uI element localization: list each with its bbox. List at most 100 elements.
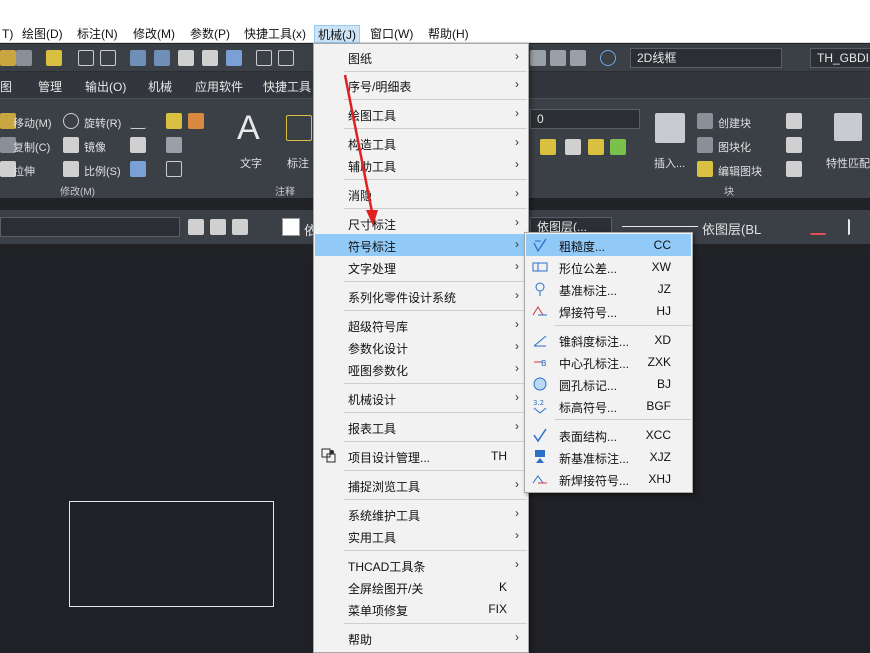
menu-item[interactable]: 绘图工具 ›	[315, 103, 527, 125]
menu-item[interactable]: 参数化设计 ›	[315, 336, 527, 358]
mirror-button[interactable]: 镜像	[84, 139, 106, 155]
menu-item[interactable]: 报表工具 ›	[315, 416, 527, 438]
tab-output[interactable]: 输出(O)	[85, 78, 126, 95]
copy-button[interactable]: 复制(C)	[13, 139, 50, 155]
attdef-icon[interactable]	[786, 137, 802, 153]
submenu-item[interactable]: 基准标注... JZ	[526, 278, 691, 300]
explode-icon[interactable]	[130, 161, 146, 177]
menu-item[interactable]: 项目设计管理... TH	[315, 445, 527, 467]
match-props-button[interactable]: 特性匹配	[826, 155, 870, 171]
menu-item[interactable]: 图纸 ›	[315, 46, 527, 68]
layer-lock-icon[interactable]	[565, 139, 581, 155]
lineweight-dropdown[interactable]: 依图层(BL	[702, 219, 761, 238]
dimension-button[interactable]: 标注	[287, 155, 309, 171]
menu-item[interactable]: 消隐 ›	[315, 183, 527, 205]
select-icon[interactable]	[154, 50, 170, 66]
menu-item[interactable]: 全屏绘图开/关 K	[315, 576, 527, 598]
menu-item[interactable]: 菜单项修复 FIX	[315, 598, 527, 620]
attribute-icon[interactable]	[786, 113, 802, 129]
menu-item-tools[interactable]: T)	[0, 25, 16, 43]
layer-match-icon[interactable]	[610, 139, 626, 155]
brush-icon[interactable]	[0, 50, 16, 66]
menu-item[interactable]: 构造工具 ›	[315, 132, 527, 154]
menu-item[interactable]: 实用工具 ›	[315, 525, 527, 547]
menu-item-params[interactable]: 参数(P)	[187, 25, 233, 43]
menu-item-quicktools[interactable]: 快捷工具(x)	[241, 25, 309, 43]
move-button[interactable]: 移动(M)	[13, 115, 52, 131]
edit-block-button[interactable]: 编辑图块	[718, 163, 762, 179]
undo-icon[interactable]	[78, 50, 94, 66]
pen-icon[interactable]	[16, 50, 32, 66]
tab-view[interactable]: 图	[0, 78, 12, 95]
scale-button[interactable]: 比例(S)	[84, 163, 121, 179]
array-icon[interactable]	[166, 137, 182, 153]
cube-icon[interactable]	[256, 50, 272, 66]
measure-icon[interactable]	[530, 50, 546, 66]
calculator-icon[interactable]	[570, 50, 586, 66]
submenu-item[interactable]: 圆孔标记... BJ	[526, 373, 691, 395]
redo-icon[interactable]	[100, 50, 116, 66]
menu-item-mechanical[interactable]: 机械(J)	[314, 25, 360, 43]
menu-item-modify[interactable]: 修改(M)	[130, 25, 178, 43]
menu-item[interactable]: 文字处理 ›	[315, 256, 527, 278]
attedit-icon[interactable]	[786, 161, 802, 177]
create-block-button[interactable]: 创建块	[718, 115, 751, 131]
submenu-item[interactable]: 粗糙度... CC	[526, 234, 691, 256]
layer-freeze-icon[interactable]	[588, 139, 604, 155]
menu-item[interactable]: 系列化零件设计系统 ›	[315, 285, 527, 307]
menu-item-help[interactable]: 帮助(H)	[425, 25, 472, 43]
draw-icon[interactable]	[46, 50, 62, 66]
visual-style-dropdown[interactable]: 2D线框	[630, 48, 782, 68]
tab-apps[interactable]: 应用软件	[195, 78, 243, 95]
menu-item[interactable]: 序号/明细表 ›	[315, 74, 527, 96]
group-icon[interactable]	[202, 50, 218, 66]
menu-item-window[interactable]: 窗口(W)	[367, 25, 416, 43]
submenu-item[interactable]: 新焊接符号... XHJ	[526, 468, 691, 490]
layer-iso-icon[interactable]	[232, 219, 248, 235]
text-style-dropdown[interactable]: TH_GBDIM	[810, 48, 870, 68]
color-swatch[interactable]	[282, 218, 300, 236]
insert-button[interactable]: 插入...	[654, 155, 685, 171]
layer-prev-icon[interactable]	[210, 219, 226, 235]
help-icon[interactable]	[600, 50, 616, 66]
menu-item[interactable]: 机械设计 ›	[315, 387, 527, 409]
tab-manage[interactable]: 管理	[38, 78, 62, 95]
menu-item[interactable]: THCAD工具条 ›	[315, 554, 527, 576]
tab-quicktools[interactable]: 快捷工具	[263, 78, 311, 95]
menu-item[interactable]: 系统维护工具 ›	[315, 503, 527, 525]
offset-icon[interactable]	[166, 161, 182, 177]
menu-item-draw[interactable]: 绘图(D)	[19, 25, 66, 43]
menu-item[interactable]: 辅助工具 ›	[315, 154, 527, 176]
grid-icon[interactable]	[178, 50, 194, 66]
erase-icon[interactable]	[188, 113, 204, 129]
measure-line-icon[interactable]	[810, 219, 826, 235]
fillet-icon[interactable]	[166, 113, 182, 129]
submenu-item[interactable]: 锥斜度标注... XD	[526, 329, 691, 351]
submenu-item[interactable]: B 中心孔标注... ZXK	[526, 351, 691, 373]
layer-state-icon[interactable]	[188, 219, 204, 235]
text-button[interactable]: 文字	[240, 155, 262, 171]
submenu-item[interactable]: 新基准标注... XJZ	[526, 446, 691, 468]
layer-dropdown[interactable]: 0	[530, 109, 640, 129]
window-icon[interactable]	[226, 50, 242, 66]
style-dropdown[interactable]	[0, 217, 180, 237]
line-icon[interactable]	[834, 219, 850, 235]
view-icon[interactable]	[278, 50, 294, 66]
menu-item[interactable]: 超级符号库 ›	[315, 314, 527, 336]
menu-item[interactable]: 符号标注 ›	[315, 234, 527, 256]
rotate-button[interactable]: 旋转(R)	[84, 115, 121, 131]
trim-icon[interactable]	[130, 113, 146, 129]
menu-item[interactable]: 哑图参数化 ›	[315, 358, 527, 380]
submenu-item[interactable]: 焊接符号... HJ	[526, 300, 691, 322]
layer-on-icon[interactable]	[540, 139, 556, 155]
snap-icon[interactable]	[130, 50, 146, 66]
tab-mechanical[interactable]: 机械	[148, 78, 172, 95]
hatch-icon[interactable]	[130, 137, 146, 153]
area-icon[interactable]	[550, 50, 566, 66]
menu-item[interactable]: 捕捉浏览工具 ›	[315, 474, 527, 496]
submenu-item[interactable]: 形位公差... XW	[526, 256, 691, 278]
menu-item[interactable]: 尺寸标注 ›	[315, 212, 527, 234]
submenu-item[interactable]: 表面结构... XCC	[526, 424, 691, 446]
submenu-item[interactable]: 3.2 标高符号... BGF	[526, 395, 691, 417]
menu-item-dimension[interactable]: 标注(N)	[74, 25, 121, 43]
